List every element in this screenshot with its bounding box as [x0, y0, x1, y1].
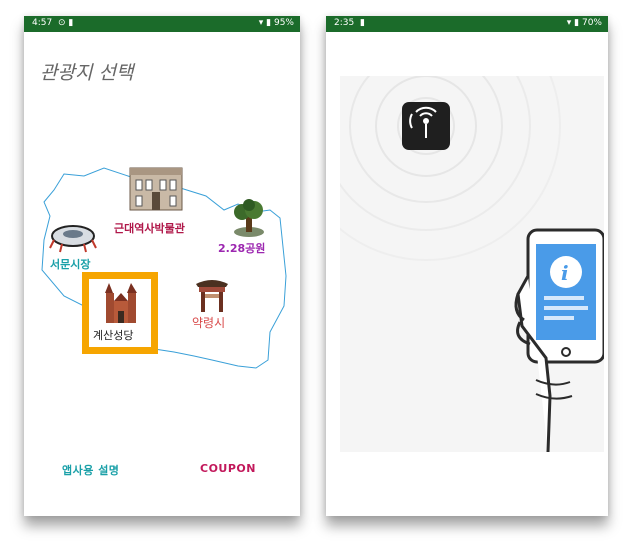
- park-tree-icon[interactable]: [232, 198, 266, 238]
- gate-icon[interactable]: [194, 274, 230, 314]
- status-right: ▾ ▮ 95%: [259, 18, 294, 28]
- status-icons: ⊙ ▮: [58, 18, 74, 28]
- status-icons: ▮: [360, 18, 365, 28]
- battery-percent: 95%: [273, 18, 294, 28]
- page-title: 관광지 선택: [40, 62, 134, 84]
- phone-in-hand-illustration: i: [514, 228, 604, 452]
- beacon-app-icon: [402, 102, 450, 150]
- poi-label-museum[interactable]: 근대역사박물관: [114, 220, 185, 236]
- status-time: 4:57: [32, 18, 53, 28]
- poi-label-park[interactable]: 2.28공원: [218, 240, 265, 256]
- app-help-button[interactable]: 앱사용 설명: [62, 462, 119, 478]
- poi-label-cathedral[interactable]: 계산성당: [93, 327, 133, 343]
- museum-icon[interactable]: [128, 164, 184, 212]
- beacon-scene: i: [340, 76, 604, 452]
- phone-screen-right: 2:35 ▮ ▾ ▮ 70% i: [326, 16, 608, 516]
- status-bar: 4:57 ⊙ ▮ ▾ ▮ 95%: [24, 16, 300, 32]
- coupon-button[interactable]: COUPON: [200, 462, 256, 475]
- poi-label-market[interactable]: 서문시장: [50, 256, 90, 272]
- wifi-icon: ▾: [566, 18, 572, 28]
- battery-percent: 70%: [581, 18, 602, 28]
- status-right: ▾ ▮ 70%: [567, 18, 602, 28]
- phone-screen-left: 4:57 ⊙ ▮ ▾ ▮ 95% 관광지 선택 근대역사박물관 2.28공원 서…: [24, 16, 300, 516]
- selected-poi-frame[interactable]: 계산성당: [82, 272, 158, 354]
- svg-text:i: i: [561, 261, 569, 285]
- status-time: 2:35: [334, 18, 355, 28]
- market-icon[interactable]: [48, 220, 98, 254]
- beacon-illustration: i: [340, 76, 604, 452]
- battery-icon: ▮: [266, 18, 272, 28]
- cathedral-icon[interactable]: [103, 281, 139, 325]
- battery-icon: ▮: [574, 18, 580, 28]
- poi-label-herbal-market[interactable]: 약령시: [192, 314, 225, 331]
- wifi-icon: ▾: [258, 18, 264, 28]
- status-bar: 2:35 ▮ ▾ ▮ 70%: [326, 16, 608, 32]
